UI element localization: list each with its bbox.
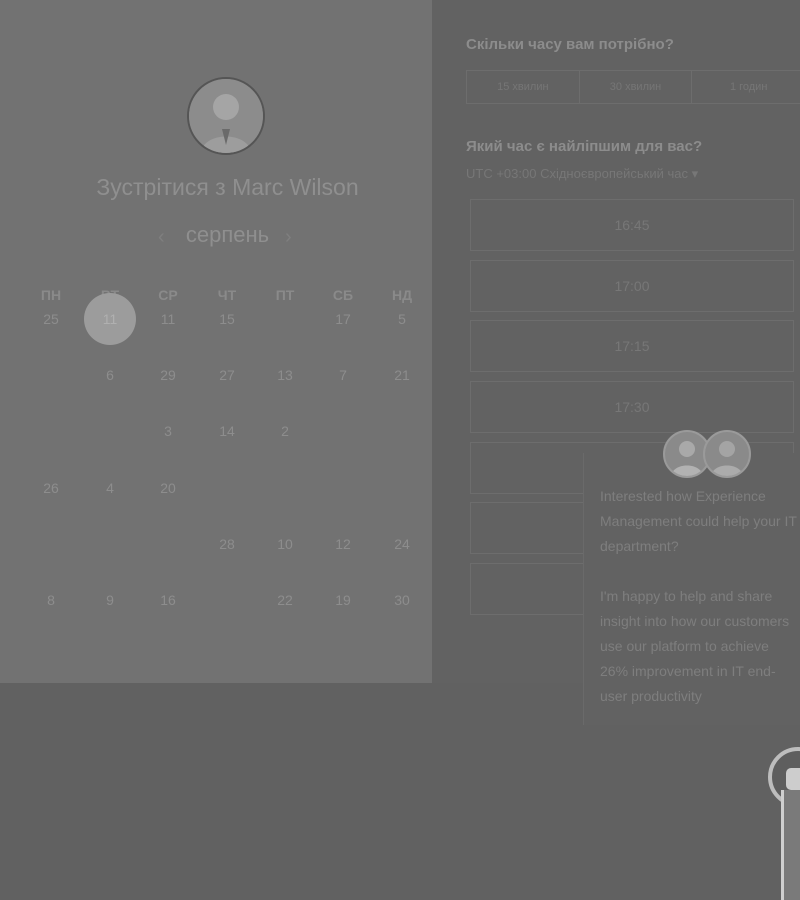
page-title: Зустрітися з Marc Wilson [96, 174, 359, 200]
chevron-right-icon[interactable]: › [285, 226, 292, 249]
calendar-day[interactable]: 5 [382, 308, 422, 330]
calendar-day [90, 533, 130, 555]
calendar-day[interactable]: 6 [90, 364, 130, 386]
chat-launcher-tab [781, 790, 800, 900]
duration-option-60[interactable]: 1 годин [692, 71, 800, 103]
calendar-day[interactable]: 15 [207, 308, 247, 330]
calendar-day [31, 364, 71, 386]
calendar-day[interactable]: 2 [265, 420, 305, 442]
person-avatar-icon [711, 441, 743, 476]
calendar-day[interactable]: 11 [148, 308, 188, 330]
calendar-day [265, 308, 305, 330]
calendar-day[interactable]: 9 [90, 589, 130, 611]
calendar-day[interactable]: 14 [207, 420, 247, 442]
calendar-day[interactable]: 29 [148, 364, 188, 386]
time-slot[interactable]: 17:15 [470, 320, 794, 372]
agent-avatar [703, 430, 751, 478]
weekday-label: ПН [40, 287, 62, 303]
timezone-dropdown[interactable]: UTC +03:00 Східноєвропейський час ▾ [466, 166, 698, 182]
calendar-panel [0, 0, 432, 683]
calendar-day[interactable]: 17 [323, 308, 363, 330]
calendar-day[interactable]: 28 [207, 533, 247, 555]
month-navigation: ‹ серпень › [0, 222, 455, 248]
duration-question: Скільки часу вам потрібно? [466, 36, 674, 53]
weekday-label: СБ [332, 287, 354, 303]
chat-bubble-icon [786, 768, 800, 790]
weekday-label: ПТ [275, 287, 295, 303]
calendar-day [323, 420, 363, 442]
calendar-day[interactable]: 19 [323, 589, 363, 611]
calendar-day[interactable]: 25 [31, 308, 71, 330]
calendar-day[interactable]: 27 [207, 364, 247, 386]
calendar-day[interactable]: 24 [382, 533, 422, 555]
calendar-day[interactable]: 3 [148, 420, 188, 442]
calendar-day [31, 533, 71, 555]
weekday-label: ЧТ [217, 287, 237, 303]
duration-option-30[interactable]: 30 хвилин [580, 71, 693, 103]
person-avatar-icon [189, 79, 263, 153]
calendar-day [265, 477, 305, 499]
weekday-label: СР [158, 287, 178, 303]
month-label: серпень [185, 222, 270, 247]
host-avatar [187, 77, 265, 155]
calendar-day [90, 420, 130, 442]
calendar-day[interactable]: 13 [265, 364, 305, 386]
calendar-day[interactable]: 20 [148, 477, 188, 499]
calendar-day [382, 477, 422, 499]
calendar-day [207, 589, 247, 611]
calendar-day[interactable]: 12 [323, 533, 363, 555]
calendar-day-selected[interactable]: 11 [84, 293, 136, 345]
calendar-day[interactable]: 16 [148, 589, 188, 611]
calendar-day [148, 533, 188, 555]
calendar-day[interactable]: 7 [323, 364, 363, 386]
calendar-day [31, 420, 71, 442]
calendar-day[interactable]: 26 [31, 477, 71, 499]
calendar-day[interactable]: 30 [382, 589, 422, 611]
calendar-day [382, 420, 422, 442]
time-slot[interactable]: 17:00 [470, 260, 794, 312]
time-question: Який час є найліпшим для вас? [466, 138, 703, 155]
calendar-day[interactable]: 21 [382, 364, 422, 386]
time-slot[interactable]: 17:30 [470, 381, 794, 433]
calendar-day[interactable]: 8 [31, 589, 71, 611]
calendar-day[interactable]: 22 [265, 589, 305, 611]
duration-option-15[interactable]: 15 хвилин [467, 71, 580, 103]
calendar-day [207, 477, 247, 499]
calendar-day[interactable]: 4 [90, 477, 130, 499]
chat-message: Interested how Experience Management cou… [600, 488, 797, 704]
calendar-day[interactable]: 10 [265, 533, 305, 555]
duration-selector: 15 хвилин 30 хвилин 1 годин [466, 70, 800, 104]
weekday-label: НД [391, 287, 413, 303]
time-slot[interactable]: 16:45 [470, 199, 794, 251]
chevron-left-icon[interactable]: ‹ [158, 226, 165, 249]
calendar-day [323, 477, 363, 499]
